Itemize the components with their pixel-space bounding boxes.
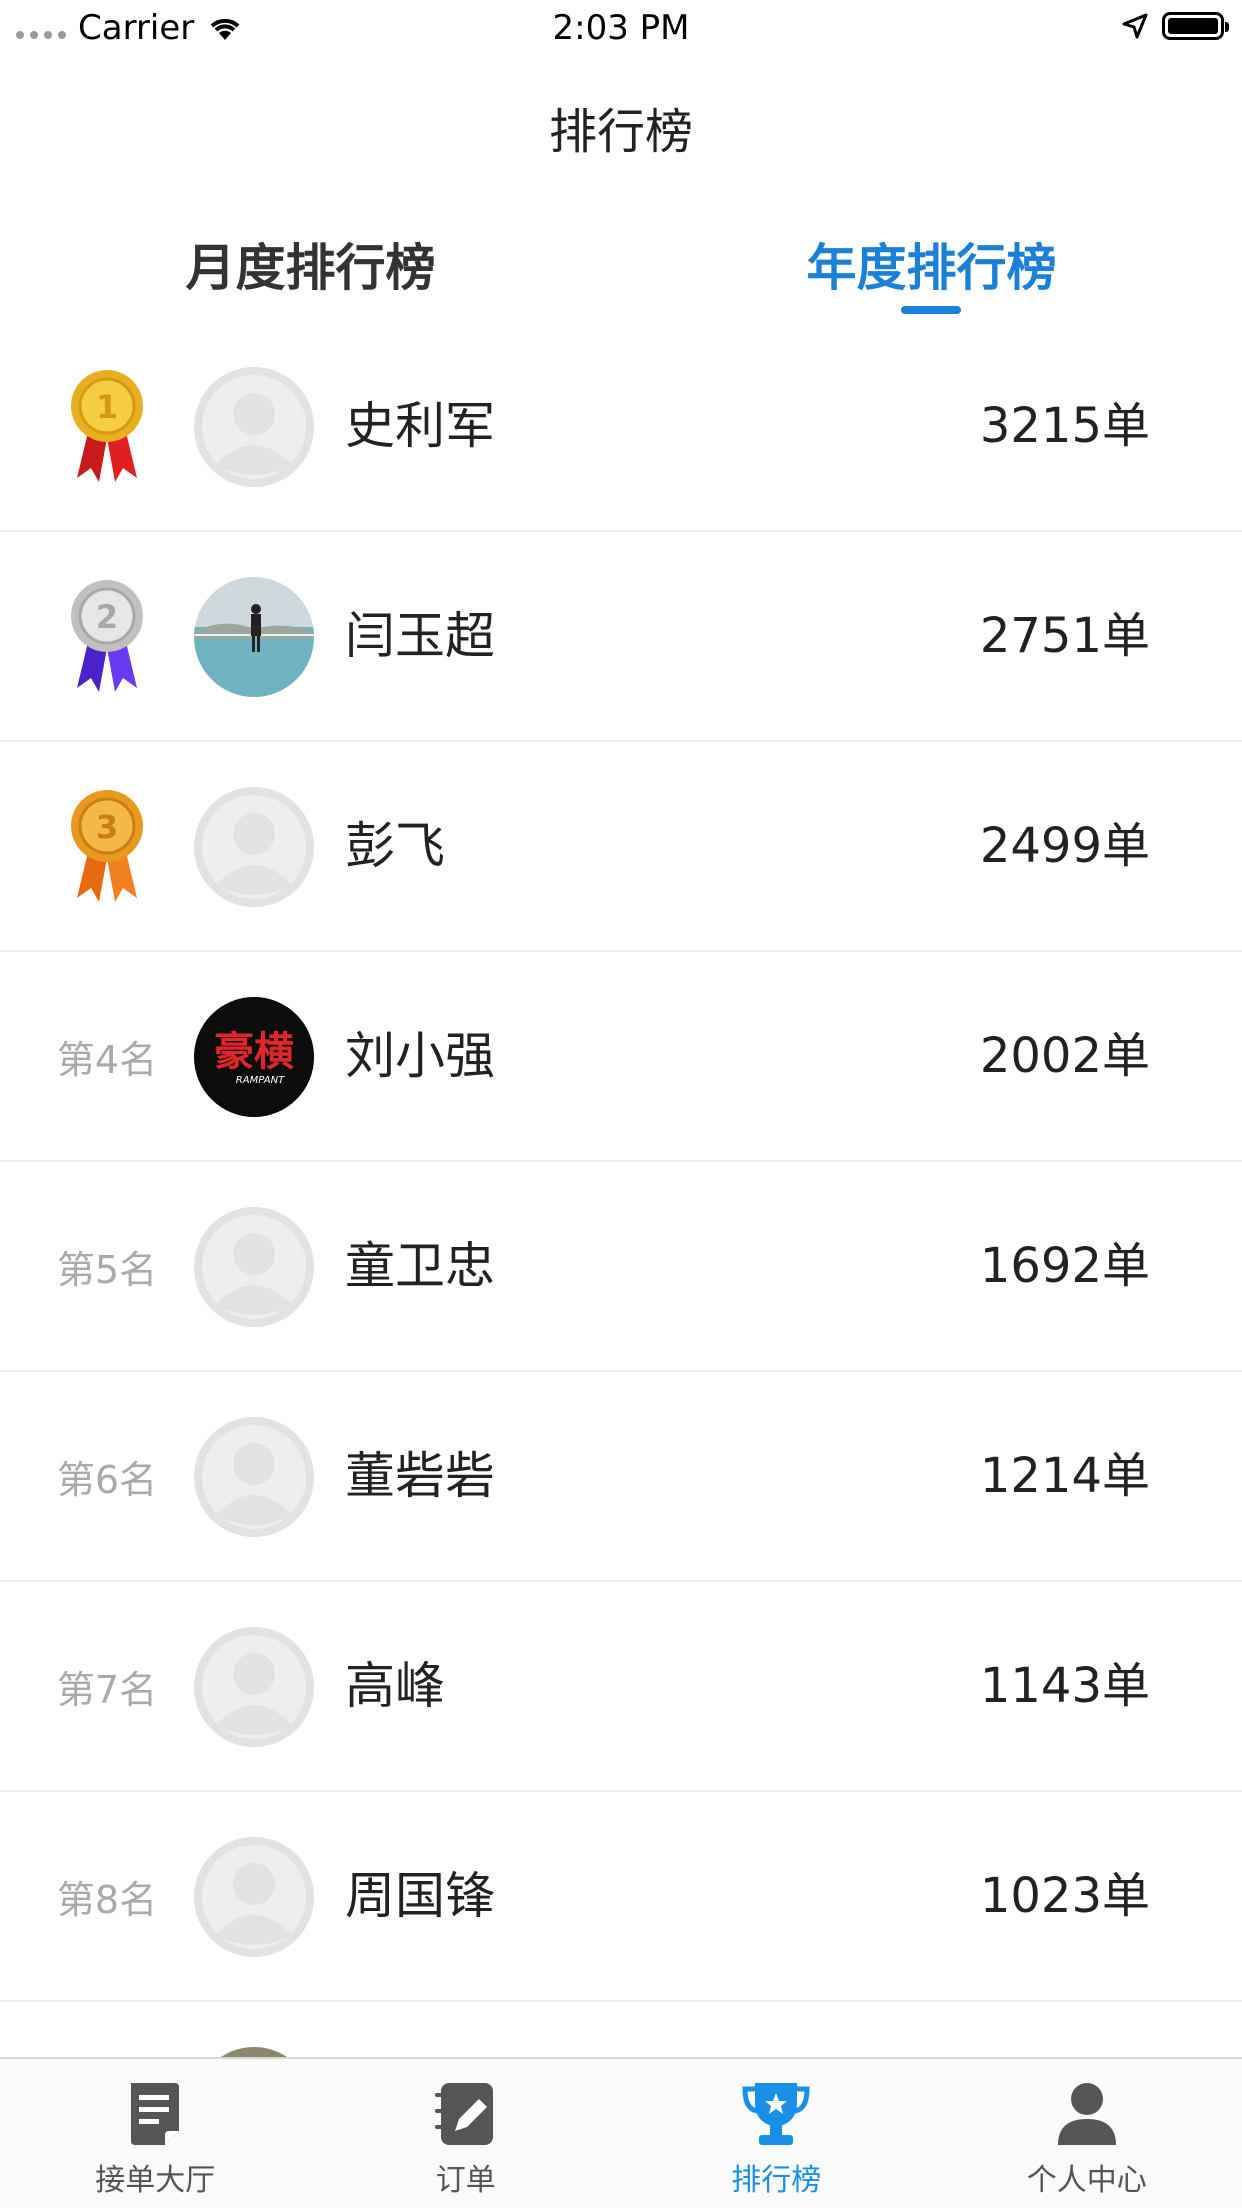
order-count: 1023单 [979, 1868, 1150, 1924]
tab-monthly[interactable]: 月度排行榜 [0, 228, 621, 318]
status-bar: Carrier 2:03 PM [0, 0, 1242, 60]
gold-medal-icon: 1 [71, 370, 143, 482]
photo-avatar-icon [194, 577, 314, 697]
logo-avatar-icon: 豪横 RAMPANT [194, 997, 314, 1117]
user-name: 闫玉超 [345, 607, 495, 665]
tabbar-label: 订单 [435, 2163, 496, 2198]
logo-subtext: RAMPANT [236, 1075, 285, 1086]
user-name: 周国锋 [345, 1867, 495, 1925]
ranking-tabs: 月度排行榜 年度排行榜 [0, 210, 1242, 330]
default-avatar-icon [194, 1837, 314, 1957]
bronze-medal-icon: 3 [71, 790, 143, 902]
ranking-row-partial[interactable] [0, 2002, 1242, 2057]
ranking-row[interactable]: 第8名 周国锋 1023单 [0, 1792, 1242, 2002]
rank-badge: 第4名 [34, 952, 180, 1160]
default-avatar-icon [194, 1627, 314, 1747]
user-name: 史利军 [345, 397, 495, 455]
user-name: 彭飞 [345, 817, 445, 875]
tabbar-label: 接单大厅 [95, 2163, 216, 2198]
avatar [194, 1207, 314, 1327]
rank-label: 第6名 [56, 1457, 158, 1502]
tabbar-item-order-hall[interactable]: 接单大厅 [0, 2059, 311, 2208]
avatar [194, 1627, 314, 1747]
trophy-icon [742, 2083, 810, 2145]
tabbar-item-orders[interactable]: 订单 [311, 2059, 622, 2208]
silver-medal-icon: 2 [71, 580, 143, 692]
order-count: 1143单 [979, 1658, 1150, 1714]
rank-label: 第7名 [56, 1667, 158, 1712]
rank-badge: 1 [34, 322, 180, 530]
ranking-row[interactable]: 第6名 董砦砦 1214单 [0, 1372, 1242, 1582]
default-avatar-icon [194, 787, 314, 907]
default-avatar-icon [194, 367, 314, 487]
tab-bar: 接单大厅 订单 排行榜 个人中心 [0, 2057, 1242, 2208]
battery-icon [1162, 12, 1229, 40]
logo-text: 豪横 [214, 1029, 294, 1075]
edit-note-icon [434, 2083, 493, 2145]
document-icon [131, 2083, 180, 2145]
ranking-row[interactable]: 1 史利军 3215单 [0, 322, 1242, 532]
order-count: 2751单 [979, 608, 1150, 664]
ranking-row[interactable]: 第4名 豪横 RAMPANT 刘小强 2002单 [0, 952, 1242, 1162]
user-name: 董砦砦 [345, 1447, 495, 1505]
svg-text:2: 2 [96, 598, 118, 636]
person-icon [1057, 2083, 1116, 2145]
tabbar-label: 个人中心 [1026, 2163, 1147, 2198]
tab-yearly[interactable]: 年度排行榜 [621, 228, 1242, 318]
ranking-row[interactable]: 2 闫玉超 2751单 [0, 532, 1242, 742]
rank-badge: 2 [34, 532, 180, 740]
tabbar-item-ranking[interactable]: 排行榜 [621, 2059, 932, 2208]
order-count: 2499单 [979, 818, 1150, 874]
rank-badge: 第5名 [34, 1162, 180, 1370]
avatar [194, 577, 314, 697]
order-count: 2002单 [979, 1028, 1150, 1084]
ranking-row[interactable]: 第7名 高峰 1143单 [0, 1582, 1242, 1792]
ranking-list[interactable]: 1 史利军 3215单 2 闫玉超 2751单 3 彭飞 2499单 第4名 豪… [0, 322, 1242, 2057]
tabbar-item-profile[interactable]: 个人中心 [932, 2059, 1242, 2208]
avatar [194, 2047, 314, 2057]
order-count: 1692单 [979, 1238, 1150, 1294]
ranking-row[interactable]: 3 彭飞 2499单 [0, 742, 1242, 952]
rank-label: 第5名 [56, 1247, 158, 1292]
status-time: 2:03 PM [552, 8, 690, 48]
rank-label: 第8名 [56, 1877, 158, 1922]
rank-badge: 第7名 [34, 1582, 180, 1790]
svg-text:1: 1 [96, 388, 118, 426]
tab-indicator [901, 306, 961, 314]
svg-text:3: 3 [96, 808, 118, 846]
rank-badge: 第6名 [34, 1372, 180, 1580]
page-title: 排行榜 [548, 104, 693, 160]
order-count: 3215单 [979, 398, 1150, 454]
avatar [194, 1837, 314, 1957]
user-name: 高峰 [345, 1657, 445, 1715]
ranking-row[interactable]: 第5名 童卫忠 1692单 [0, 1162, 1242, 1372]
rank-badge: 3 [34, 742, 180, 950]
status-right [1122, 12, 1229, 40]
avatar [194, 1417, 314, 1537]
location-arrow-icon [1122, 13, 1148, 39]
user-name: 童卫忠 [345, 1237, 495, 1295]
rank-badge: 第8名 [34, 1792, 180, 2000]
rank-label: 第4名 [56, 1037, 158, 1082]
tabbar-label: 排行榜 [731, 2163, 822, 2198]
order-count: 1214单 [979, 1448, 1150, 1504]
avatar [194, 367, 314, 487]
default-avatar-icon [194, 1417, 314, 1537]
avatar: 豪横 RAMPANT [194, 997, 314, 1117]
user-name: 刘小强 [345, 1027, 495, 1085]
avatar [194, 787, 314, 907]
default-avatar-icon [194, 1207, 314, 1327]
